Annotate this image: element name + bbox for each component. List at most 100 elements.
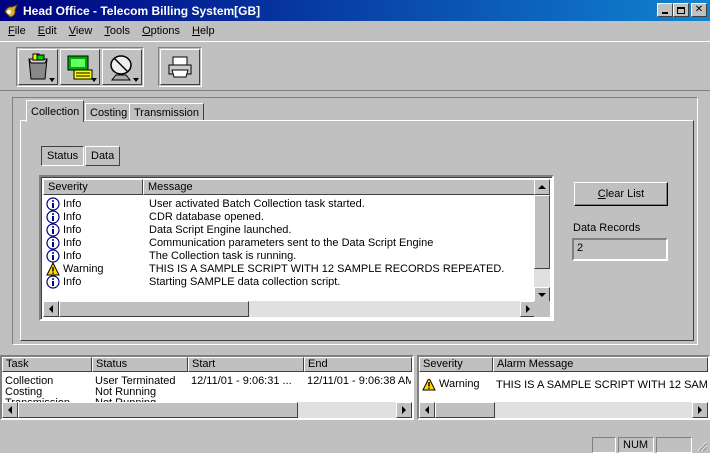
arrow-left-icon	[425, 406, 429, 414]
transmit-icon	[110, 55, 132, 81]
scroll-thumb[interactable]	[59, 301, 249, 317]
scroll-left-button[interactable]	[419, 402, 435, 418]
severity-cell: Info	[43, 274, 143, 289]
severity-cell: Warning	[43, 261, 143, 276]
horizontal-scrollbar[interactable]	[2, 402, 412, 418]
cost-button[interactable]	[60, 49, 100, 85]
table-row[interactable]: Info Communication parameters sent to the…	[43, 235, 433, 250]
maximize-button[interactable]	[673, 3, 689, 17]
status-log-list[interactable]: Severity Message Info User activated Batc…	[39, 175, 554, 321]
severity-label: Info	[63, 197, 82, 210]
table-row[interactable]: Info CDR database opened.	[43, 209, 264, 224]
arrow-right-icon	[698, 406, 702, 414]
scroll-thumb[interactable]	[18, 402, 298, 418]
severity-label: Info	[63, 223, 82, 236]
alarm-message-cell: THIS IS A SAMPLE SCRIPT WITH 12 SAMPLE R…	[496, 379, 708, 391]
message-cell: Communication parameters sent to the Dat…	[149, 236, 434, 249]
info-icon	[46, 196, 60, 211]
table-row[interactable]: Info Starting SAMPLE data collection scri…	[43, 274, 340, 289]
table-row[interactable]: Warning THIS IS A SAMPLE SCRIPT WITH 12 S…	[43, 261, 504, 276]
menu-edit[interactable]: Edit	[32, 25, 63, 37]
column-header-label: Status	[96, 358, 128, 370]
scroll-left-button[interactable]	[2, 402, 18, 418]
column-header-severity[interactable]: Severity	[419, 357, 493, 372]
menu-options[interactable]: Options	[136, 25, 186, 37]
chevron-down-icon	[133, 78, 139, 82]
print-button[interactable]	[160, 49, 200, 85]
subtab-label: Status	[47, 150, 79, 162]
menu-help[interactable]: Help	[186, 25, 221, 37]
column-header-status[interactable]: Status	[92, 357, 188, 372]
menu-label-rest: ile	[14, 24, 26, 37]
info-icon	[46, 248, 60, 263]
subtab-data[interactable]: Data	[85, 146, 121, 166]
tab-label: Costing	[90, 106, 128, 119]
table-row[interactable]: Info Data Script Engine launched.	[43, 222, 291, 237]
column-header-task[interactable]: Task	[2, 357, 92, 372]
scroll-right-button[interactable]	[692, 402, 708, 418]
arrow-left-icon	[8, 406, 12, 414]
table-row[interactable]: Info User activated Batch Collection task…	[43, 196, 365, 211]
toolbar-main-group	[16, 47, 144, 87]
message-cell: CDR database opened.	[149, 210, 264, 223]
menu-label-rest: dit	[45, 24, 57, 37]
close-button[interactable]: ✕	[691, 3, 707, 17]
menu-view[interactable]: View	[63, 25, 99, 37]
accelerator-key: C	[597, 188, 606, 200]
toolbar-print-group	[158, 47, 202, 87]
start-cell: 12/11/01 - 9:06:31 ...	[191, 375, 292, 387]
message-cell: THIS IS A SAMPLE SCRIPT WITH 12 SAMPLE R…	[149, 262, 505, 275]
column-header-end[interactable]: End	[304, 357, 412, 372]
severity-cell: Info	[43, 235, 143, 250]
clear-list-button[interactable]: Clear List	[574, 182, 668, 206]
tab-collection[interactable]: Collection	[26, 100, 85, 122]
severity-label: Info	[63, 249, 82, 262]
collect-button[interactable]	[18, 49, 58, 85]
data-records-label: Data Records	[573, 222, 641, 234]
status-pane-main	[2, 437, 590, 453]
info-icon	[46, 274, 60, 289]
column-header-label: Severity	[48, 181, 88, 193]
minimize-button[interactable]	[657, 3, 673, 17]
vertical-scrollbar[interactable]	[534, 179, 550, 303]
resize-grip-icon[interactable]	[696, 440, 708, 452]
scroll-up-button[interactable]	[534, 179, 550, 195]
clear-list-label: Clear List	[598, 188, 644, 200]
arrow-down-icon	[538, 293, 546, 297]
column-header-severity[interactable]: Severity	[43, 179, 143, 195]
tab-transmission[interactable]: Transmission	[129, 103, 204, 121]
warning-icon	[422, 379, 436, 391]
horizontal-scrollbar[interactable]	[419, 402, 708, 418]
arrow-right-icon	[402, 406, 406, 414]
info-icon	[46, 222, 60, 237]
title-bar: Head Office - Telecom Billing System[GB]…	[0, 0, 710, 21]
status-bar: NUM	[0, 435, 710, 453]
scroll-right-button[interactable]	[396, 402, 412, 418]
scroll-thumb[interactable]	[534, 195, 550, 269]
severity-cell: Info	[43, 196, 143, 211]
column-header-label: Message	[148, 181, 193, 193]
end-cell: 12/11/01 - 9:06:38 AM	[307, 375, 411, 387]
subtab-status[interactable]: Status	[41, 146, 85, 166]
message-cell: User activated Batch Collection task sta…	[149, 197, 365, 210]
table-row[interactable]: Info The Collection task is running.	[43, 248, 296, 263]
column-header-alarm-message[interactable]: Alarm Message	[493, 357, 708, 372]
tab-label: Transmission	[134, 106, 199, 119]
alarm-severity-cell: Warning	[419, 379, 480, 391]
close-icon: ✕	[694, 4, 704, 15]
column-header-start[interactable]: Start	[188, 357, 304, 372]
arrow-right-icon	[526, 305, 530, 313]
arrow-left-icon	[49, 305, 53, 313]
transmit-button[interactable]	[102, 49, 142, 85]
horizontal-scrollbar[interactable]	[43, 301, 536, 317]
scroll-thumb[interactable]	[435, 402, 495, 418]
tab-costing[interactable]: Costing	[85, 103, 133, 121]
scroll-left-button[interactable]	[43, 301, 59, 317]
message-cell: The Collection task is running.	[149, 249, 297, 262]
menu-file[interactable]: File	[2, 25, 32, 37]
column-header-message[interactable]: Message	[143, 179, 536, 195]
menu-tools[interactable]: Tools	[98, 25, 136, 37]
subtab-label: Data	[91, 150, 115, 162]
print-icon	[168, 56, 192, 78]
alarm-row[interactable]: Warning THIS IS A SAMPLE SCRIPT WITH 12 S…	[419, 379, 708, 393]
